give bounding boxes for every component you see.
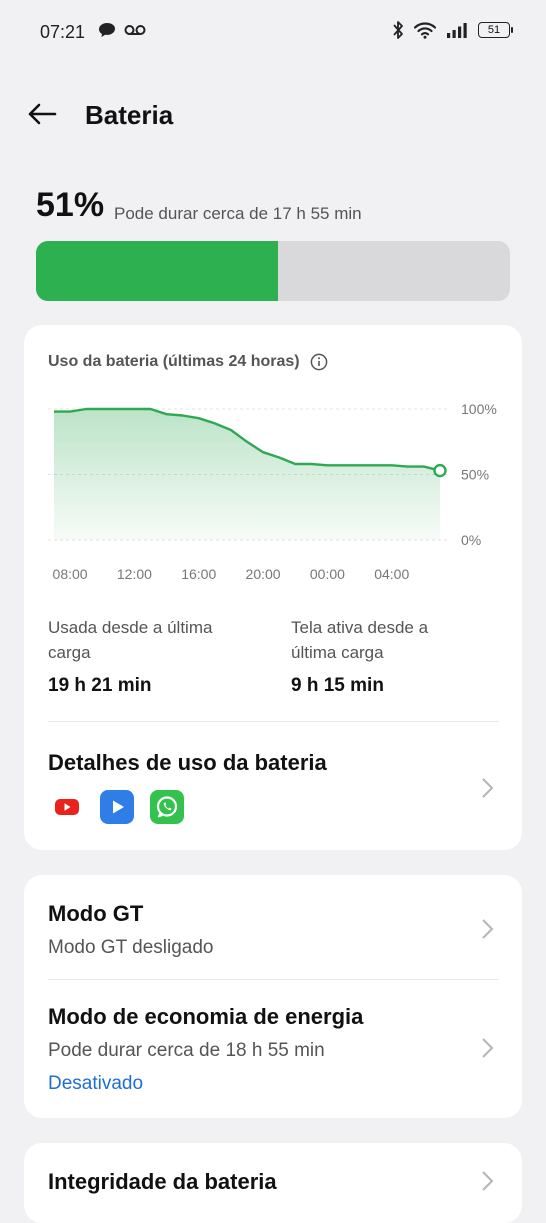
x-tick-label: 20:00 — [246, 566, 281, 582]
chevron-right-icon — [482, 919, 494, 939]
x-tick-label: 00:00 — [310, 566, 345, 582]
gt-mode-row[interactable]: Modo GT Modo GT desligado — [24, 875, 522, 979]
power-saving-title: Modo de economia de energia — [48, 1004, 364, 1029]
chat-bubble-icon — [99, 23, 115, 37]
status-right-icons: 51 — [392, 20, 513, 40]
battery-level-fill — [36, 241, 278, 301]
x-tick-label: 08:00 — [53, 566, 88, 582]
battery-estimate: Pode durar cerca de 17 h 55 min — [114, 204, 362, 223]
battery-usage-details-row[interactable]: Detalhes de uso da bateria — [24, 722, 522, 850]
back-button[interactable] — [26, 98, 58, 130]
battery-usage-card: Uso da bateria (últimas 24 horas) 100% 50… — [24, 325, 522, 850]
battery-health-title: Integridade da bateria — [48, 1169, 277, 1194]
used-label: Usada desde a última carga — [48, 618, 213, 662]
x-tick-label: 12:00 — [117, 566, 152, 582]
screen-on-since-charge: Tela ativa desde a última carga 9 h 15 m… — [291, 615, 471, 697]
power-modes-card: Modo GT Modo GT desligado Modo de econom… — [24, 875, 522, 1118]
used-since-charge: Usada desde a última carga 19 h 21 min — [48, 615, 258, 697]
chart-title: Uso da bateria (últimas 24 horas) — [48, 353, 300, 370]
y-tick-label: 100% — [461, 401, 497, 417]
voicemail-icon — [124, 25, 146, 35]
gt-mode-status: Modo GT desligado — [48, 937, 214, 958]
chevron-right-icon — [482, 1171, 494, 1191]
x-tick-label: 04:00 — [374, 566, 409, 582]
current-level-marker — [433, 463, 447, 478]
battery-health-row[interactable]: Integridade da bateria — [24, 1143, 522, 1223]
status-left-icons — [98, 22, 146, 38]
chevron-right-icon — [482, 1038, 494, 1058]
usage-area — [54, 409, 440, 540]
y-tick-label: 0% — [461, 532, 481, 548]
battery-usage-chart: 100% 50% 0% 08:00 12:00 16:00 20:00 00:00 04:00 — [48, 401, 497, 582]
youtube-icon — [50, 790, 84, 824]
screen-label: Tela ativa desde a última carga — [291, 618, 429, 662]
page-title: Bateria — [85, 100, 174, 130]
battery-percent: 51% — [36, 186, 105, 224]
status-time: 07:21 — [40, 22, 86, 42]
power-saving-status: Desativado — [48, 1073, 144, 1094]
gt-mode-title: Modo GT — [48, 901, 144, 926]
used-value: 19 h 21 min — [48, 675, 152, 696]
battery-level-bar — [36, 241, 510, 301]
whatsapp-icon — [150, 790, 184, 824]
signal-icon — [447, 23, 467, 38]
chart-title-row: Uso da bateria (últimas 24 horas) — [48, 353, 328, 371]
y-tick-label: 50% — [461, 467, 489, 483]
chevron-right-icon — [482, 778, 494, 798]
details-title: Detalhes de uso da bateria — [48, 750, 327, 775]
bluetooth-icon — [393, 21, 403, 39]
back-arrow-icon — [28, 103, 57, 125]
wifi-icon — [414, 22, 436, 39]
power-saving-row[interactable]: Modo de economia de energia Pode durar c… — [24, 980, 522, 1118]
power-saving-estimate: Pode durar cerca de 18 h 55 min — [48, 1040, 325, 1061]
play-video-icon — [100, 790, 134, 824]
battery-icon: 51 — [478, 22, 513, 38]
x-tick-label: 16:00 — [181, 566, 216, 582]
screen-value: 9 h 15 min — [291, 675, 384, 696]
info-icon[interactable] — [310, 353, 328, 371]
app-icons — [50, 790, 184, 824]
